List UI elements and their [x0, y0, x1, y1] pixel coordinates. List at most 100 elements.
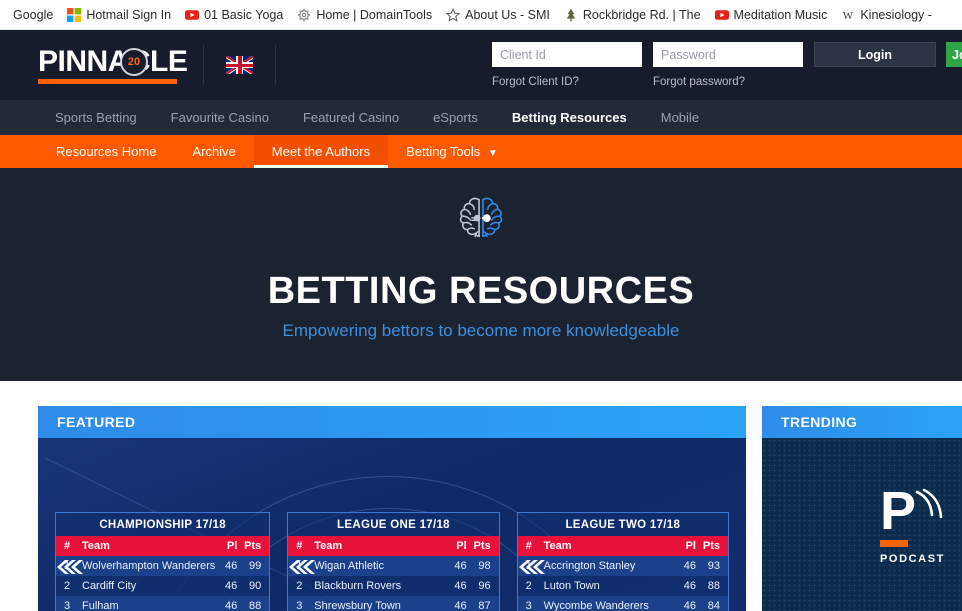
table-row[interactable]: 2 Blackburn Rovers 46 96 [288, 576, 499, 596]
subnav-item-resources-home[interactable]: Resources Home [38, 135, 174, 168]
cell-points: 88 [249, 600, 262, 611]
bookmark-item[interactable]: Hotmail Sign In [60, 6, 178, 24]
subnav-item-meet-the-authors[interactable]: Meet the Authors [253, 135, 389, 168]
league-table[interactable]: LEAGUE ONE 17/18 # Team Pl Pts 1 Wigan A… [287, 512, 500, 611]
cell-team: Shrewsbury Town [314, 600, 401, 611]
tree-icon [566, 8, 576, 21]
nav-item-betting-resources[interactable]: Betting Resources [495, 100, 644, 135]
header-divider [203, 45, 204, 85]
bookmark-item[interactable]: Home | DomainTools [290, 6, 439, 24]
cell-rank: 2 [64, 580, 71, 592]
trending-thumbnail[interactable]: P PODCAST [762, 438, 962, 611]
league-table-header: # Team Pl Pts [56, 536, 270, 556]
gear-icon [298, 8, 311, 21]
cell-played: 46 [683, 580, 696, 592]
triple-chevron-left-icon[interactable] [55, 560, 85, 574]
table-row[interactable]: 1 Wigan Athletic 46 98 [288, 556, 499, 576]
content-area: FEATURED CHAMPIONSHIP 17/18 # Team Pl Pt… [0, 381, 962, 611]
cell-played: 46 [225, 580, 238, 592]
password-input[interactable] [653, 42, 803, 67]
uk-flag-icon[interactable] [226, 56, 253, 74]
nav-item-esports[interactable]: eSports [416, 100, 495, 135]
subnav-item-betting-tools[interactable]: Betting Tools ▼ [388, 135, 516, 168]
league-table[interactable]: CHAMPIONSHIP 17/18 # Team Pl Pts 1 Wolve… [55, 512, 271, 611]
col-rank: # [296, 540, 303, 552]
col-team: Team [543, 540, 572, 552]
featured-panel: FEATURED CHAMPIONSHIP 17/18 # Team Pl Pt… [38, 406, 746, 611]
table-row[interactable]: 2 Cardiff City 46 90 [56, 576, 270, 596]
microsoft-icon [67, 7, 82, 22]
bookmark-label: Meditation Music [733, 7, 828, 22]
league-table-title: LEAGUE TWO 17/18 [565, 519, 681, 531]
forgot-client-id-link[interactable]: Forgot Client ID? [492, 76, 642, 88]
table-row[interactable]: 3 Wycombe Wanderers 46 84 [517, 596, 728, 611]
cell-team: Wigan Athletic [314, 560, 384, 572]
cell-played: 46 [454, 580, 467, 592]
league-table-header: # Team Pl Pts [517, 536, 728, 556]
col-played: Pl [685, 540, 696, 552]
bookmark-label: Home | DomainTools [316, 7, 433, 22]
subnav-item-archive[interactable]: Archive [174, 135, 253, 168]
client-id-column: Forgot Client ID? [492, 42, 642, 88]
logo-underline [38, 78, 177, 84]
brand-block: PINNACLE 20 [0, 30, 298, 100]
triple-chevron-left-icon[interactable] [517, 560, 547, 574]
subnav-label: Archive [192, 144, 236, 159]
cell-points: 93 [707, 560, 720, 572]
cell-played: 46 [683, 560, 696, 572]
triple-chevron-left-icon[interactable] [287, 560, 317, 574]
featured-panel-title: FEATURED [57, 414, 136, 430]
bookmark-item[interactable]: Rockbridge Rd. | The [557, 6, 708, 24]
subnav-label: Meet the Authors [271, 144, 371, 159]
bookmark-label: Hotmail Sign In [86, 7, 172, 22]
nav-item-featured-casino[interactable]: Featured Casino [286, 100, 416, 135]
league-tables-row: CHAMPIONSHIP 17/18 # Team Pl Pts 1 Wolve… [38, 438, 746, 611]
wikipedia-icon: W [843, 10, 854, 22]
header-divider [275, 45, 276, 85]
client-id-input[interactable] [492, 42, 642, 67]
cell-team: Wycombe Wanderers [543, 600, 649, 611]
primary-navigation: Sports Betting Favourite Casino Featured… [0, 100, 962, 135]
bookmark-item[interactable]: About Us - SMI [439, 6, 557, 24]
col-played: Pl [226, 540, 238, 552]
join-button[interactable]: Join [946, 42, 962, 67]
nav-item-favourite-casino[interactable]: Favourite Casino [154, 100, 286, 135]
bookmark-label: Kinesiology - [860, 7, 932, 22]
bookmark-label: Rockbridge Rd. | The [582, 7, 701, 22]
league-table-wrapper: LEAGUE ONE 17/18 # Team Pl Pts 1 Wigan A… [287, 512, 500, 611]
nav-item-sports-betting[interactable]: Sports Betting [38, 100, 154, 135]
table-row[interactable]: 1 Wolverhampton Wanderers 46 99 [56, 556, 270, 576]
podcast-logo: P PODCAST [880, 484, 950, 565]
trending-panel-title: TRENDING [781, 414, 858, 430]
featured-panel-body[interactable]: CHAMPIONSHIP 17/18 # Team Pl Pts 1 Wolve… [38, 438, 746, 611]
cell-team: Luton Town [543, 580, 600, 592]
site-header: PINNACLE 20 Forgot Client ID? Forgot pas… [0, 30, 962, 100]
league-table-header: # Team Pl Pts [288, 536, 499, 556]
bookmark-item[interactable]: 01 Basic Yoga [178, 6, 290, 24]
table-row[interactable]: 3 Shrewsbury Town 46 87 [288, 596, 499, 611]
table-row[interactable]: 3 Fulham 46 88 [56, 596, 270, 611]
league-table[interactable]: LEAGUE TWO 17/18 # Team Pl Pts 1 Accring… [516, 512, 729, 611]
trending-panel-header: TRENDING [762, 406, 962, 438]
cell-team: Cardiff City [82, 580, 137, 592]
bookmark-item[interactable]: W Kinesiology - [834, 6, 939, 24]
table-row[interactable]: 2 Luton Town 46 88 [517, 576, 728, 596]
podcast-logo-label: PODCAST [880, 553, 945, 565]
login-button[interactable]: Login [814, 42, 936, 67]
forgot-password-link[interactable]: Forgot password? [653, 76, 803, 88]
hero-subtitle: Empowering bettors to become more knowle… [282, 321, 680, 340]
league-table-wrapper: CHAMPIONSHIP 17/18 # Team Pl Pts 1 Wolve… [55, 512, 271, 611]
bookmark-item[interactable]: Meditation Music [708, 6, 835, 24]
col-points: Pts [244, 540, 262, 552]
bookmark-item[interactable]: Google [6, 6, 60, 24]
pinnacle-logo[interactable]: PINNACLE 20 [38, 46, 188, 84]
nav-item-mobile[interactable]: Mobile [644, 100, 716, 135]
league-table-wrapper: LEAGUE TWO 17/18 # Team Pl Pts 1 Accring… [516, 512, 729, 611]
cell-points: 90 [249, 580, 262, 592]
cell-team: Wolverhampton Wanderers [82, 560, 216, 572]
broadcast-waves-icon [915, 488, 943, 519]
cell-played: 46 [225, 600, 238, 611]
trending-panel: TRENDING P PODCAST EDUCATIONAL [762, 406, 962, 611]
table-row[interactable]: 1 Accrington Stanley 46 93 [517, 556, 728, 576]
cell-rank: 3 [64, 600, 71, 611]
